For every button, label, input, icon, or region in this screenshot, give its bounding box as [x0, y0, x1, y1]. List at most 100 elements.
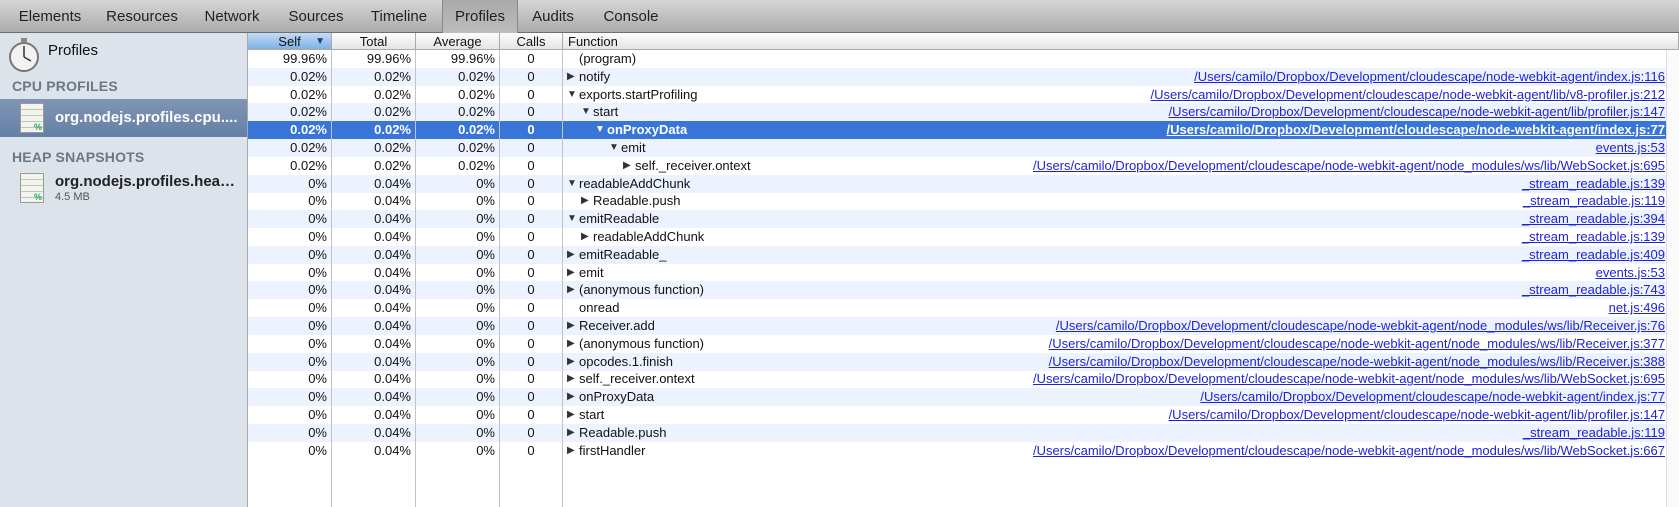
column-header-function[interactable]: Function: [563, 33, 1679, 50]
source-link[interactable]: events.js:53: [1596, 139, 1665, 157]
table-row[interactable]: 0.02% 0.02% 0.02% 0 ▶ notify/Users/camilo/Dro…: [248, 67, 1679, 86]
average-cell: 0.02%: [458, 68, 495, 84]
table-row[interactable]: 0% 0.04% 0% 0 onread net.js:496: [248, 299, 1679, 317]
source-link[interactable]: /Users/camilo/Dropbox/Development/cloude…: [1049, 335, 1665, 353]
disclosure-triangle-icon[interactable]: ▶: [623, 157, 631, 175]
self-cell: 0%: [308, 282, 327, 298]
source-link[interactable]: _stream_readable.js:119: [1523, 424, 1665, 442]
self-cell: 0.02%: [290, 122, 327, 138]
disclosure-triangle-icon[interactable]: ▶: [567, 370, 575, 388]
column-divider: [415, 50, 416, 507]
table-row[interactable]: 0% 0.04% 0% 0 ▶ emitReadable_ _stream_readable…: [248, 245, 1679, 264]
source-link[interactable]: _stream_readable.js:394: [1522, 210, 1665, 228]
disclosure-triangle-icon[interactable]: ▼: [567, 175, 577, 193]
table-row[interactable]: 0% 0.04% 0% 0 ▶ Receiver.add/Users/camilo/Dro…: [248, 317, 1679, 335]
table-row[interactable]: 0.02% 0.02% 0.02% 0 ▼ onProxyData/Users/camil…: [248, 121, 1679, 140]
source-link[interactable]: /Users/camilo/Dropbox/Development/cloude…: [1033, 157, 1665, 175]
disclosure-triangle-icon[interactable]: ▼: [567, 210, 577, 228]
table-row[interactable]: 0% 0.04% 0% 0 ▶ firstHandler/Users/camilo/Dro…: [248, 442, 1679, 460]
disclosure-triangle-icon[interactable]: ▶: [567, 424, 575, 442]
table-row[interactable]: 99.96% 99.96% 99.96% 0 (program): [248, 50, 1679, 68]
source-link[interactable]: /Users/camilo/Dropbox/Development/cloude…: [1167, 121, 1665, 139]
table-row[interactable]: 0.02% 0.02% 0.02% 0 ▶ self._receiver.ontext/U…: [248, 157, 1679, 175]
average-cell: 0%: [476, 229, 495, 244]
table-row[interactable]: 0% 0.04% 0% 0 ▶ Readable.push _stream_readable…: [248, 423, 1679, 442]
source-link[interactable]: /Users/camilo/Dropbox/Development/cloude…: [1169, 103, 1665, 121]
self-cell: 0%: [308, 335, 327, 351]
tab-sources[interactable]: Sources: [276, 0, 356, 33]
table-row[interactable]: 0% 0.04% 0% 0 ▶ onProxyData/Users/camilo/Drop…: [248, 388, 1679, 407]
source-link[interactable]: /Users/camilo/Dropbox/Development/cloude…: [1033, 370, 1665, 388]
tab-console[interactable]: Console: [592, 0, 670, 33]
disclosure-triangle-icon[interactable]: ▶: [567, 406, 575, 424]
sidebar-item-cpu-profile[interactable]: % org.nodejs.profiles.cpu....: [0, 99, 247, 137]
tab-profiles[interactable]: Profiles: [442, 0, 518, 33]
disclosure-triangle-icon[interactable]: ▶: [567, 281, 575, 299]
disclosure-triangle-icon[interactable]: ▼: [609, 139, 619, 157]
source-link[interactable]: _stream_readable.js:139: [1522, 228, 1665, 246]
table-row[interactable]: 0% 0.04% 0% 0 ▶ start/Users/camilo/Dropbox/De…: [248, 406, 1679, 424]
calls-cell: 0: [527, 140, 535, 155]
table-row[interactable]: 0% 0.04% 0% 0 ▶ emit events.js:53: [248, 264, 1679, 282]
source-link[interactable]: _stream_readable.js:119: [1523, 192, 1665, 210]
disclosure-triangle-icon[interactable]: ▶: [581, 228, 589, 246]
self-cell: 0%: [308, 264, 327, 280]
table-row[interactable]: 0% 0.04% 0% 0 ▼ readableAddChunk _stream_reada…: [248, 174, 1679, 193]
disclosure-triangle-icon[interactable]: ▶: [581, 192, 589, 210]
disclosure-triangle-icon[interactable]: ▶: [567, 68, 575, 86]
source-link[interactable]: /Users/camilo/Dropbox/Development/cloude…: [1056, 317, 1665, 335]
disclosure-triangle-icon[interactable]: ▶: [567, 335, 575, 353]
table-row[interactable]: 0.02% 0.02% 0.02% 0 ▼ start/Users/camilo/Drop…: [248, 103, 1679, 122]
vertical-scrollbar[interactable]: [1666, 50, 1679, 507]
disclosure-triangle-icon[interactable]: ▶: [567, 442, 575, 460]
source-link[interactable]: net.js:496: [1609, 299, 1665, 317]
source-link[interactable]: /Users/camilo/Dropbox/Development/cloude…: [1151, 86, 1665, 104]
source-link[interactable]: _stream_readable.js:139: [1522, 175, 1665, 193]
panel-toolbar: Elements Resources Network Sources Timel…: [0, 0, 1679, 33]
column-header-total[interactable]: Total: [332, 33, 416, 50]
table-row[interactable]: 0% 0.04% 0% 0 ▶ Readable.push _stream_readable…: [248, 192, 1679, 210]
source-link[interactable]: /Users/camilo/Dropbox/Development/cloude…: [1194, 68, 1665, 86]
disclosure-triangle-icon[interactable]: ▶: [567, 246, 575, 264]
disclosure-triangle-icon[interactable]: ▼: [581, 103, 591, 121]
column-header-calls[interactable]: Calls: [500, 33, 563, 50]
disclosure-triangle-icon[interactable]: ▶: [567, 353, 575, 371]
disclosure-triangle-icon[interactable]: ▶: [567, 264, 575, 282]
column-header-average[interactable]: Average: [416, 33, 500, 50]
sidebar-item-heap-snapshot[interactable]: % org.nodejs.profiles.heap.... 4.5 MB: [0, 167, 247, 209]
table-row[interactable]: 0% 0.04% 0% 0 ▶ (anonymous function) _stream_r…: [248, 281, 1679, 300]
column-header-self[interactable]: Self ▼: [248, 33, 332, 50]
average-cell: 0.02%: [458, 122, 495, 138]
disclosure-triangle-icon[interactable]: ▼: [595, 121, 605, 139]
calls-cell: 0: [527, 335, 535, 351]
tab-timeline[interactable]: Timeline: [356, 0, 442, 33]
function-name: Readable.push: [579, 424, 667, 440]
source-link[interactable]: _stream_readable.js:743: [1522, 281, 1665, 299]
source-link[interactable]: /Users/camilo/Dropbox/Development/cloude…: [1169, 406, 1665, 424]
tab-network[interactable]: Network: [188, 0, 276, 33]
table-row[interactable]: 0% 0.04% 0% 0 ▶ readableAddChunk _stream_reada…: [248, 228, 1679, 246]
source-link[interactable]: events.js:53: [1596, 264, 1665, 282]
tab-audits[interactable]: Audits: [520, 0, 586, 33]
disclosure-triangle-icon[interactable]: ▶: [567, 388, 575, 406]
table-row[interactable]: 0% 0.04% 0% 0 ▶ self._receiver.ontext/Users/c…: [248, 370, 1679, 388]
cpu-profile-label: org.nodejs.profiles.cpu....: [55, 109, 238, 126]
table-row[interactable]: 0.02% 0.02% 0.02% 0 ▼ exports.startProfiling /…: [248, 86, 1679, 104]
source-link[interactable]: /Users/camilo/Dropbox/Development/cloude…: [1033, 442, 1665, 460]
source-link[interactable]: /Users/camilo/Dropbox/Development/cloude…: [1049, 353, 1665, 371]
tab-elements[interactable]: Elements: [4, 0, 96, 33]
average-cell: 0%: [476, 246, 495, 262]
table-row[interactable]: 0% 0.04% 0% 0 ▼ emitReadable _stream_readable.…: [248, 210, 1679, 229]
tab-resources[interactable]: Resources: [96, 0, 188, 33]
average-cell: 0%: [476, 175, 495, 191]
source-link[interactable]: _stream_readable.js:409: [1522, 246, 1665, 264]
disclosure-triangle-icon[interactable]: ▶: [567, 317, 575, 335]
disclosure-triangle-icon[interactable]: ▼: [567, 86, 577, 104]
calls-cell: 0: [527, 104, 535, 120]
table-row[interactable]: 0% 0.04% 0% 0 ▶ (anonymous function) /Users/ca…: [248, 335, 1679, 353]
function-name: onread: [579, 300, 620, 316]
calls-cell: 0: [527, 86, 535, 102]
source-link[interactable]: /Users/camilo/Dropbox/Development/cloude…: [1200, 388, 1665, 406]
table-row[interactable]: 0% 0.04% 0% 0 ▶ opcodes.1.finish/Users/camilo…: [248, 352, 1679, 371]
table-row[interactable]: 0.02% 0.02% 0.02% 0 ▼ emit events.js:53: [248, 139, 1679, 157]
